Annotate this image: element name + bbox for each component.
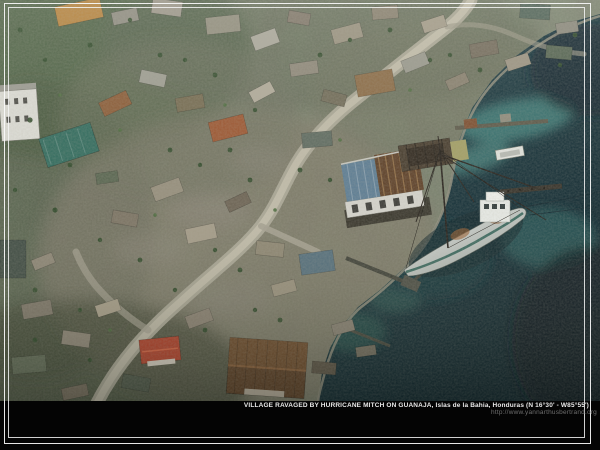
- photo-credit-url: http://www.yannarthusbertrand.org: [244, 409, 597, 417]
- photo-caption: VILLAGE RAVAGED BY HURRICANE MITCH ON GU…: [244, 402, 589, 409]
- aerial-photo: [0, 0, 600, 450]
- hurricane-wallpaper: VILLAGE RAVAGED BY HURRICANE MITCH ON GU…: [0, 0, 600, 450]
- caption: VILLAGE RAVAGED BY HURRICANE MITCH ON GU…: [244, 402, 589, 417]
